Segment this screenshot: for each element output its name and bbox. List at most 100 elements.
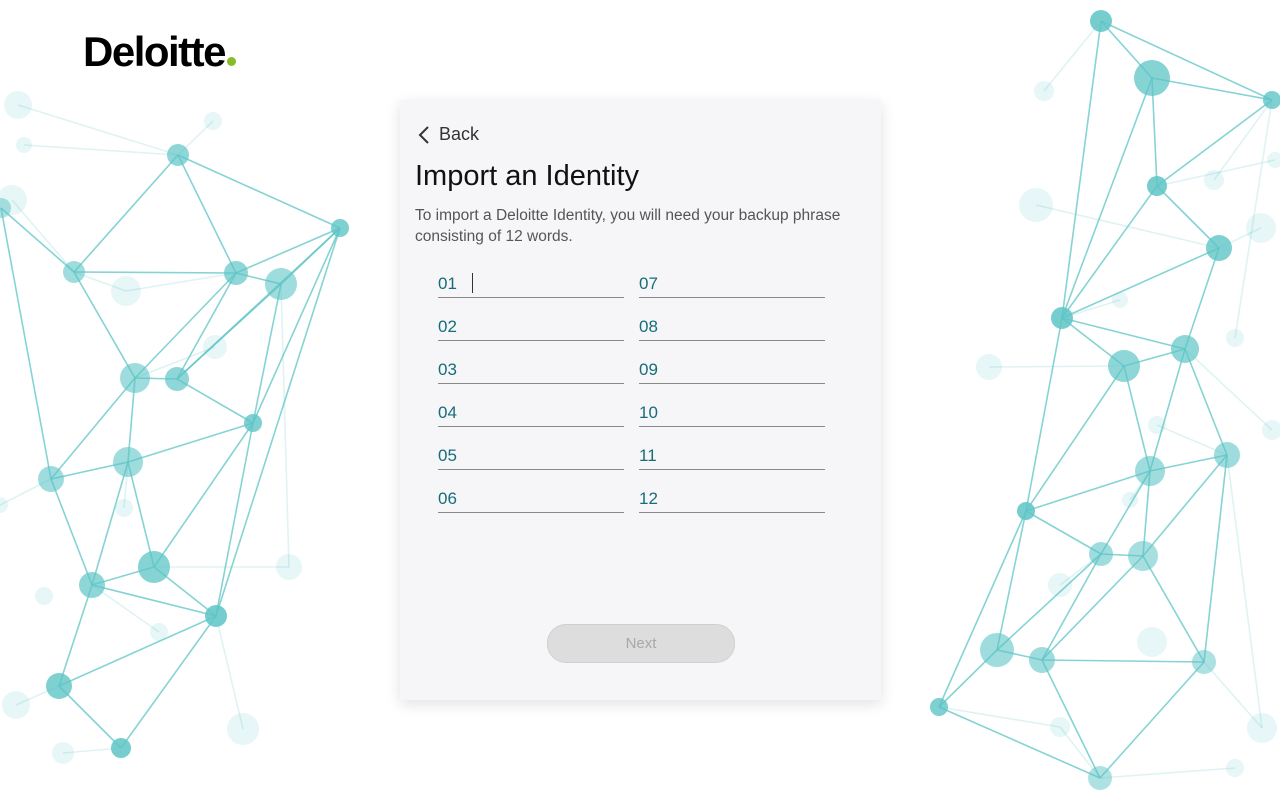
- network-node: [1204, 170, 1224, 190]
- network-link: [1213, 99, 1273, 181]
- phrase-word-field[interactable]: 07: [639, 268, 865, 298]
- phrase-word-field[interactable]: 12: [639, 483, 865, 513]
- phrase-word-number: 05: [438, 446, 457, 465]
- network-link: [1025, 510, 1102, 555]
- phrase-word-field[interactable]: 10: [639, 397, 865, 427]
- network-node: [1263, 91, 1280, 109]
- network-link: [235, 227, 341, 274]
- network-node: [63, 261, 85, 283]
- network-link: [120, 615, 217, 749]
- network-node: [1050, 717, 1070, 737]
- network-node: [980, 633, 1014, 667]
- network-node: [35, 587, 53, 605]
- phrase-word-input[interactable]: [657, 402, 865, 424]
- back-label: Back: [439, 124, 480, 144]
- network-node: [1029, 647, 1055, 673]
- phrase-word-input[interactable]: [456, 359, 664, 381]
- network-node: [1034, 81, 1054, 101]
- network-node: [1147, 176, 1167, 196]
- phrase-word-field[interactable]: 04: [438, 397, 664, 427]
- network-link: [177, 154, 341, 229]
- phrase-word-field[interactable]: 09: [639, 354, 865, 384]
- network-link: [1041, 659, 1205, 663]
- network-node: [1089, 542, 1113, 566]
- phrase-word-field[interactable]: 02: [438, 311, 664, 341]
- logo-dot: [227, 57, 237, 66]
- phrase-word-input[interactable]: [456, 273, 664, 295]
- network-link: [938, 510, 1027, 708]
- network-link: [1061, 20, 1102, 319]
- phrase-word-input[interactable]: [456, 402, 664, 424]
- network-link: [1184, 348, 1273, 431]
- phrase-word-field[interactable]: 06: [438, 483, 664, 513]
- network-link: [127, 422, 254, 463]
- network-link: [996, 510, 1027, 651]
- network-node: [203, 335, 227, 359]
- network-node: [1137, 627, 1167, 657]
- back-button[interactable]: Back: [416, 124, 479, 145]
- phrase-word-input[interactable]: [657, 359, 865, 381]
- phrase-word-input[interactable]: [656, 445, 864, 467]
- network-node: [138, 551, 170, 583]
- phrase-word-number: 11: [639, 446, 657, 465]
- next-button[interactable]: Next: [547, 624, 735, 663]
- network-node: [331, 219, 349, 237]
- phrase-word-input[interactable]: [657, 316, 865, 338]
- network-node: [2, 691, 30, 719]
- network-link: [215, 615, 244, 730]
- network-node: [1017, 502, 1035, 520]
- page-description: To import a Deloitte Identity, you will …: [415, 207, 841, 245]
- phrase-word-number: 12: [639, 489, 658, 508]
- network-node: [1267, 152, 1280, 168]
- network-node: [1048, 573, 1072, 597]
- phrase-word-field[interactable]: 08: [639, 311, 865, 341]
- network-node: [1134, 60, 1170, 96]
- network-link: [17, 104, 179, 156]
- network-node: [204, 112, 222, 130]
- phrase-word-field[interactable]: 01: [438, 268, 664, 298]
- network-link: [938, 706, 1101, 779]
- phrase-word-field[interactable]: 03: [438, 354, 664, 384]
- phrase-word-field[interactable]: 11: [639, 440, 864, 470]
- network-node: [1226, 759, 1244, 777]
- network-link: [988, 365, 1125, 368]
- network-link: [23, 144, 179, 156]
- phrase-word-number: 08: [639, 317, 658, 336]
- network-node: [1112, 292, 1128, 308]
- phrase-word-number: 04: [438, 403, 457, 422]
- network-node: [1171, 335, 1199, 363]
- network-node: [1214, 442, 1240, 468]
- phrase-word-input[interactable]: [456, 488, 664, 510]
- phrase-word-field[interactable]: 05: [438, 440, 664, 470]
- phrase-word-input[interactable]: [657, 488, 865, 510]
- network-node: [244, 414, 262, 432]
- network-link: [1099, 661, 1205, 779]
- phrase-word-number: 01: [438, 274, 457, 293]
- network-node: [1019, 188, 1053, 222]
- network-link: [1025, 365, 1125, 512]
- network-node: [111, 276, 141, 306]
- network-link: [73, 154, 179, 273]
- network-link: [1041, 659, 1101, 779]
- network-link: [1099, 767, 1236, 779]
- network-link: [176, 378, 254, 424]
- network-link: [91, 461, 129, 586]
- page-title: Import an Identity: [415, 160, 640, 192]
- network-link: [280, 283, 290, 568]
- network-node: [1148, 416, 1166, 434]
- network-node: [115, 499, 133, 517]
- network-link: [125, 272, 237, 292]
- phrase-word-input[interactable]: [456, 316, 664, 338]
- network-link: [177, 154, 237, 274]
- network-link: [1041, 555, 1144, 661]
- phrase-word-input[interactable]: [657, 273, 865, 295]
- network-link: [1041, 553, 1102, 661]
- network-node: [120, 363, 150, 393]
- phrase-word-number: 03: [438, 360, 457, 379]
- network-link: [127, 461, 155, 568]
- network-node: [38, 466, 64, 492]
- phrase-word-input[interactable]: [456, 445, 664, 467]
- network-node: [227, 713, 259, 745]
- network-node: [113, 447, 143, 477]
- deloitte-logo: Deloitte: [83, 28, 237, 76]
